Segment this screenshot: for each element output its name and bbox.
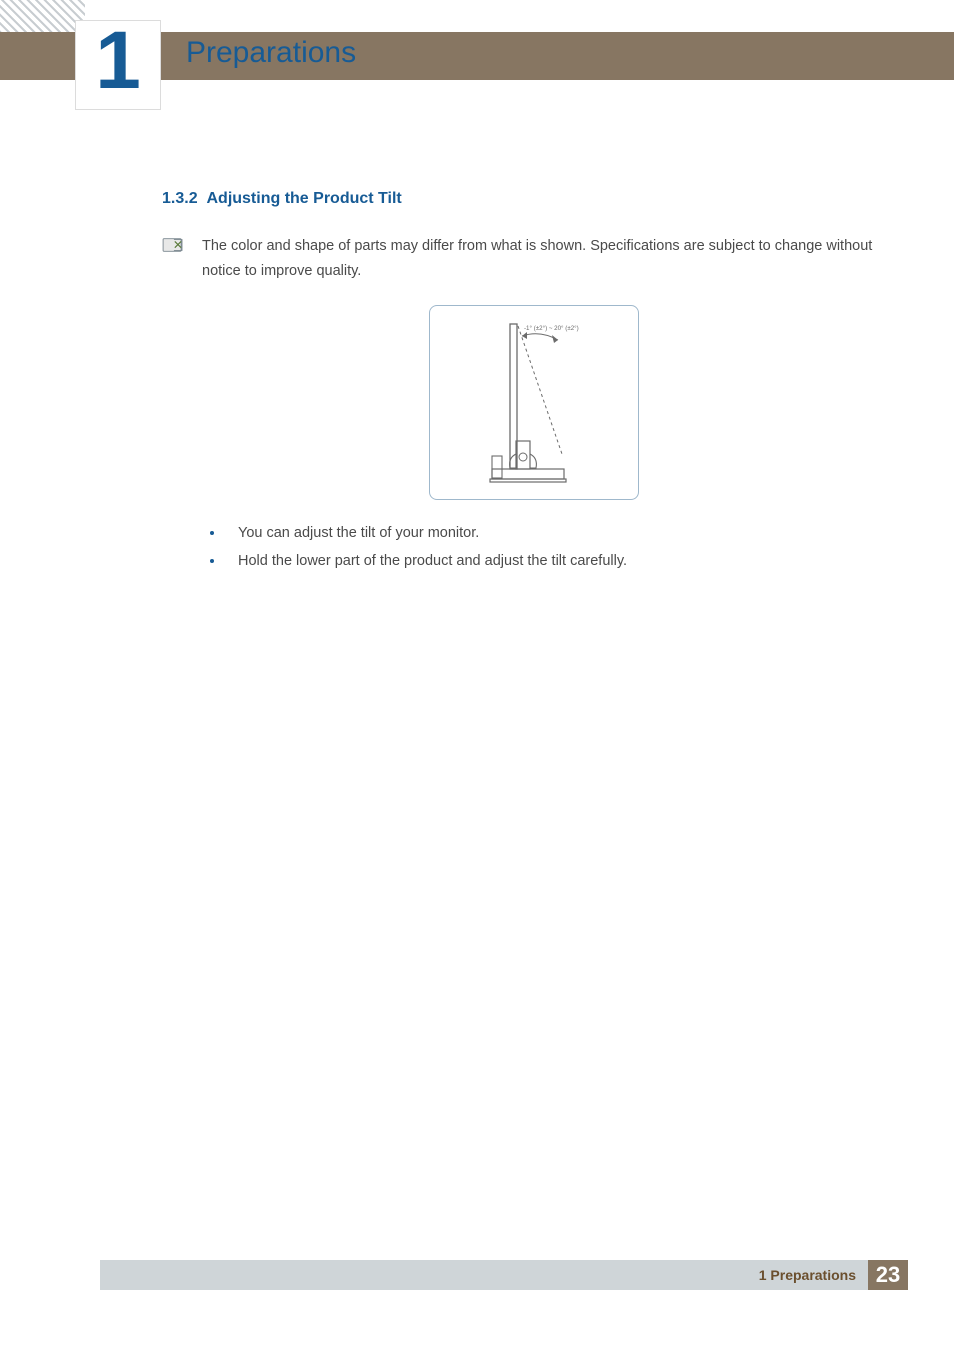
bullet-text: Hold the lower part of the product and a…: [238, 553, 627, 569]
content-area: 1.3.2 Adjusting the Product Tilt The col…: [162, 190, 906, 575]
chapter-title: Preparations: [186, 36, 356, 70]
tilt-range-label: -1° (±2°) ~ 20° (±2°): [524, 325, 579, 332]
section-heading: 1.3.2 Adjusting the Product Tilt: [162, 190, 906, 208]
section-title: Adjusting the Product Tilt: [206, 190, 401, 207]
bullet-list: You can adjust the tilt of your monitor.…: [162, 520, 906, 575]
bullet-text: You can adjust the tilt of your monitor.: [238, 525, 479, 541]
tilt-figure: -1° (±2°) ~ 20° (±2°): [429, 305, 639, 500]
page-number: 23: [868, 1260, 908, 1290]
list-item: Hold the lower part of the product and a…: [210, 548, 906, 576]
section-number: 1.3.2: [162, 190, 198, 207]
chapter-number: 1: [95, 20, 141, 102]
note-block: The color and shape of parts may differ …: [162, 234, 906, 283]
note-icon: [162, 236, 184, 254]
footer-text: 1 Preparations: [759, 1267, 868, 1283]
footer-bar: 1 Preparations 23: [100, 1260, 908, 1290]
chapter-number-box: 1: [75, 20, 161, 110]
note-text: The color and shape of parts may differ …: [202, 234, 906, 283]
list-item: You can adjust the tilt of your monitor.: [210, 520, 906, 548]
